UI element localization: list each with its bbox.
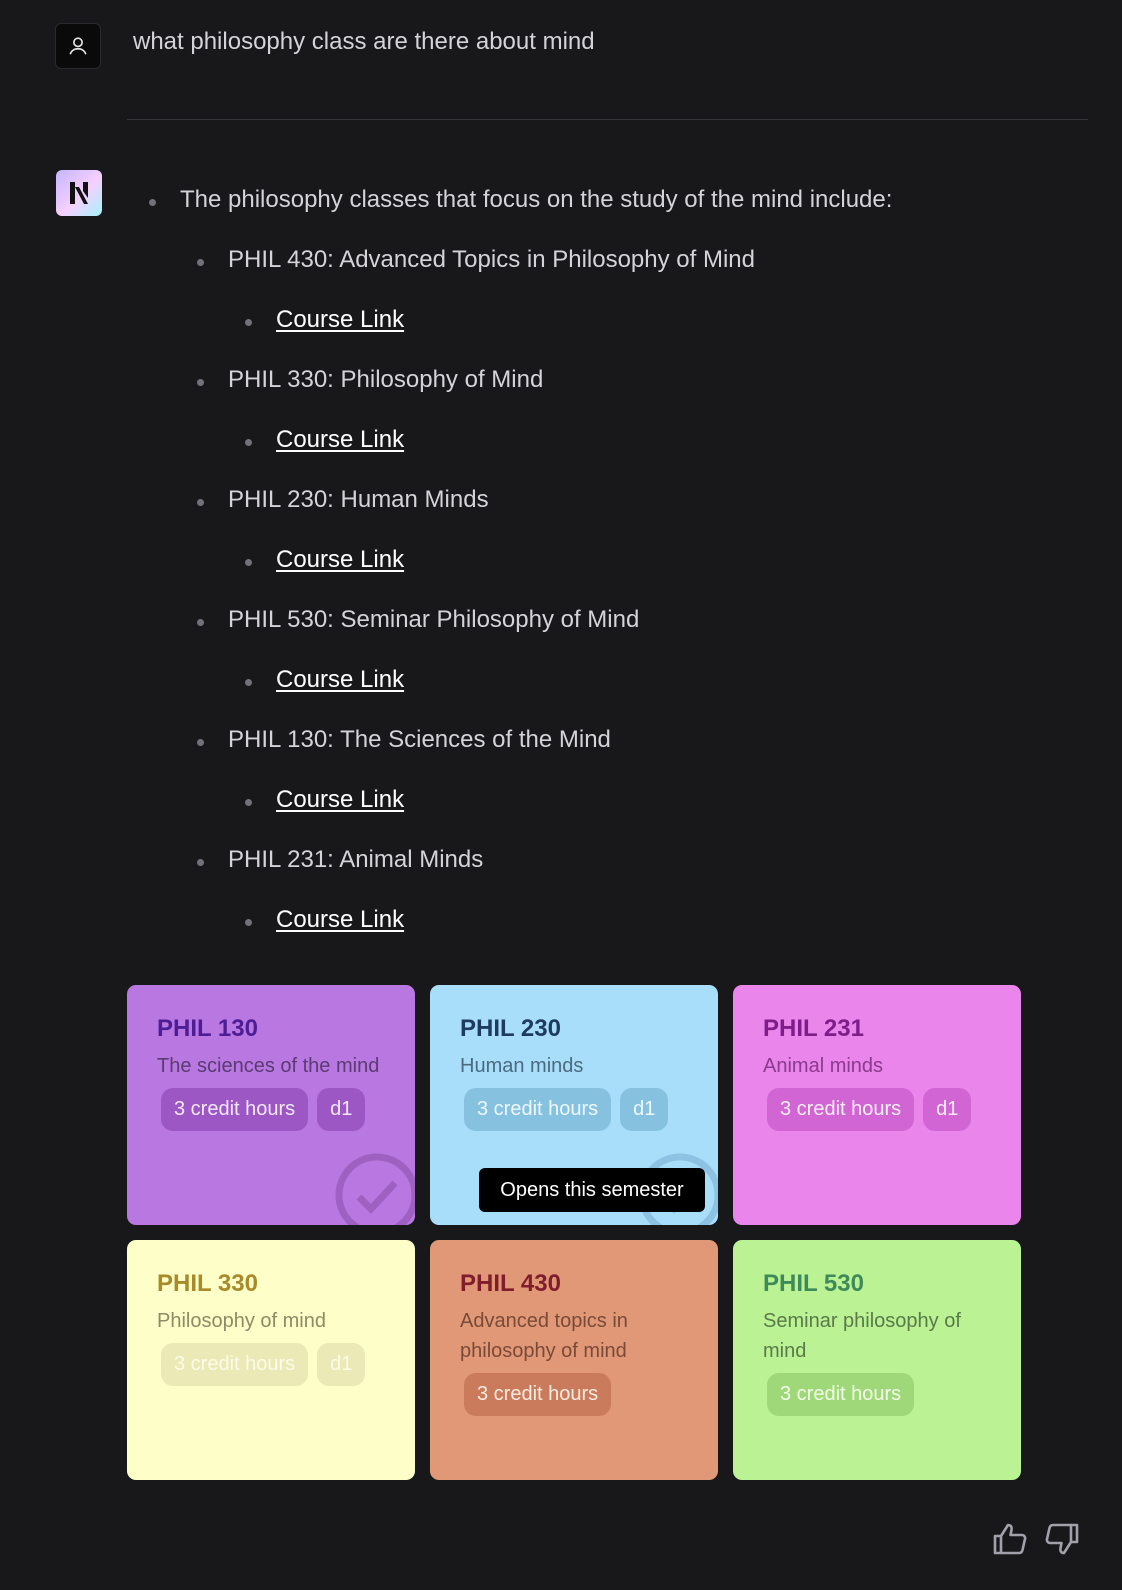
course-title: PHIL 230: Human Minds [197,486,489,513]
course-title: PHIL 231: Animal Minds [196,846,484,873]
bot-logo-icon [70,182,88,204]
card-course-code: PHIL 230 [460,1015,561,1042]
course-card-phil-530[interactable]: PHIL 530 Seminar philosophy of mind 3 cr… [733,1240,1021,1480]
card-course-code: PHIL 231 [763,1015,864,1042]
tag-badge: d1 [317,1088,366,1131]
tag-badge: d1 [317,1343,366,1386]
user-avatar [55,23,101,69]
course-link[interactable]: Course Link [276,666,404,693]
course-card-phil-130[interactable]: PHIL 130 The sciences of the mind 3 cred… [127,985,415,1225]
course-link[interactable]: Course Link [276,546,404,573]
credit-hours-badge: 3 credit hours [464,1088,612,1131]
credit-hours-badge: 3 credit hours [767,1373,915,1416]
course-link[interactable]: Course Link [276,306,404,333]
course-link-item: Course Link [244,306,404,334]
tag-badge: d1 [923,1088,972,1131]
course-title: PHIL 430: Advanced Topics in Philosophy … [197,246,755,273]
course-title: PHIL 130: The Sciences of the Mind [197,726,611,753]
thumbs-up-icon[interactable] [992,1522,1028,1556]
course-title: PHIL 530: Seminar Philosophy of Mind [196,606,640,633]
course-card-phil-330[interactable]: PHIL 330 Philosophy of mind 3 credit hou… [127,1240,415,1480]
card-course-code: PHIL 130 [157,1015,258,1042]
thumbs-down-icon[interactable] [1044,1522,1080,1556]
course-link[interactable]: Course Link [276,786,404,813]
tooltip: Opens this semester [479,1168,705,1212]
card-course-code: PHIL 530 [763,1270,864,1297]
card-course-code: PHIL 430 [460,1270,561,1297]
card-course-name: Philosophy of mind [157,1310,326,1332]
user-icon [69,37,87,55]
user-message: what philosophy class are there about mi… [133,28,595,55]
course-link-item: Course Link [244,546,404,574]
card-course-name: Advanced topics in philosophy of mind [460,1310,628,1362]
course-link[interactable]: Course Link [276,426,404,453]
course-card-phil-430[interactable]: PHIL 430 Advanced topics in philosophy o… [430,1240,718,1480]
card-course-name: The sciences of the mind [157,1055,380,1077]
tag-badge: d1 [620,1088,669,1131]
credit-hours-badge: 3 credit hours [161,1088,309,1131]
course-link-item: Course Link [244,906,404,934]
message-divider [127,119,1088,120]
credit-hours-badge: 3 credit hours [767,1088,915,1131]
credit-hours-badge: 3 credit hours [161,1343,309,1386]
course-link[interactable]: Course Link [276,906,404,933]
card-course-name: Human minds [460,1055,584,1077]
bot-avatar [56,170,102,216]
course-link-item: Course Link [244,666,404,694]
answer-intro: The philosophy classes that focus on the… [148,186,893,213]
course-link-item: Course Link [244,426,404,454]
card-course-name: Seminar philosophy of mind [763,1310,961,1362]
credit-hours-badge: 3 credit hours [464,1373,612,1416]
course-title: PHIL 330: Philosophy of Mind [196,366,544,393]
course-card-phil-231[interactable]: PHIL 231 Animal minds 3 credit hours d1 [733,985,1021,1225]
check-circle-icon [335,1153,415,1225]
card-course-code: PHIL 330 [157,1270,258,1297]
card-course-name: Animal minds [763,1055,884,1077]
course-link-item: Course Link [244,786,404,814]
